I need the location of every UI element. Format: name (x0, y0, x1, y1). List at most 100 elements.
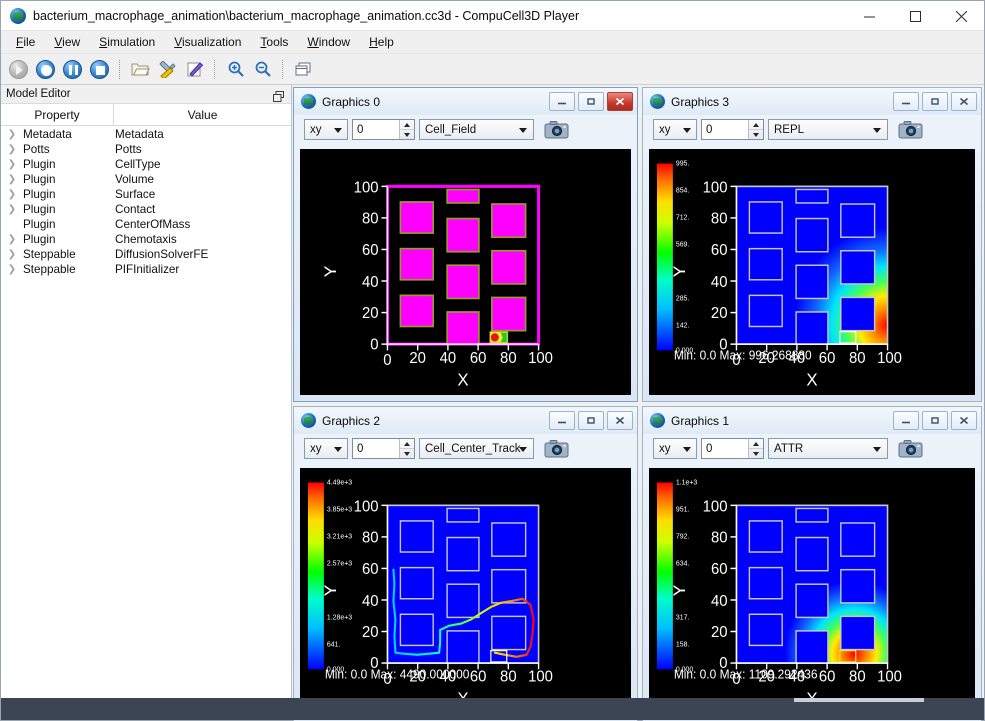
graphics-window-0[interactable]: Graphics 0 xy (293, 87, 638, 402)
menu-window[interactable]: Window (298, 32, 359, 52)
tree-row[interactable]: ❯ Plugin CellType (1, 157, 291, 172)
spinner-down-icon[interactable] (400, 130, 414, 139)
open-file-button[interactable] (128, 57, 153, 82)
slice-spinner-0[interactable]: 0 (352, 119, 415, 140)
configure-button[interactable] (155, 57, 180, 82)
spinner-down-icon[interactable] (749, 130, 763, 139)
close-icon[interactable] (607, 92, 633, 111)
tree-row[interactable]: ❯ Plugin Contact (1, 202, 291, 217)
tree-row[interactable]: ❯ Potts Potts (1, 142, 291, 157)
graphics-3-canvas[interactable]: 995. 854. 712. 569. 285. 142. 0.000 (649, 149, 975, 395)
spinner-arrows-3[interactable] (748, 120, 763, 139)
slice-spinner-3[interactable]: 0 (701, 119, 764, 140)
stop-button[interactable] (87, 57, 112, 82)
slice-spinner-2[interactable]: 0 (352, 438, 415, 459)
screenshot-button-3[interactable] (896, 119, 924, 141)
maximize-icon[interactable] (892, 1, 938, 31)
slice-spinner-1[interactable]: 0 (701, 438, 764, 459)
screenshot-button-0[interactable] (542, 119, 570, 141)
field-select-1[interactable]: ATTR (768, 438, 888, 459)
minimize-icon[interactable] (549, 92, 575, 111)
spinner-down-icon[interactable] (400, 449, 414, 458)
expand-chevron-icon[interactable]: ❯ (1, 235, 23, 245)
expand-chevron-icon[interactable]: ❯ (1, 145, 23, 155)
expand-chevron-icon[interactable]: ❯ (1, 190, 23, 200)
maximize-icon[interactable] (578, 411, 604, 430)
minimize-icon[interactable] (893, 411, 919, 430)
field-select-2[interactable]: Cell_Center_Track (419, 438, 534, 459)
maximize-icon[interactable] (578, 92, 604, 111)
graphics-0-titlebar[interactable]: Graphics 0 (294, 88, 637, 115)
menu-view[interactable]: View (45, 32, 89, 52)
tree-row[interactable]: ❯ Metadata Metadata (1, 127, 291, 142)
pause-button[interactable] (60, 57, 85, 82)
tree-row[interactable]: ❯ Plugin Volume (1, 172, 291, 187)
expand-chevron-icon[interactable]: ❯ (1, 205, 23, 215)
close-icon[interactable] (951, 411, 977, 430)
expand-chevron-icon[interactable]: ❯ (1, 175, 23, 185)
graphics-0-canvas[interactable]: 100 80 60 40 20 0 Y (300, 149, 631, 395)
graphics-3-titlebar[interactable]: Graphics 3 (643, 88, 981, 115)
close-icon[interactable] (951, 92, 977, 111)
svg-text:X: X (806, 369, 818, 389)
graphics-2-canvas[interactable]: 4.49e+3 3.85e+3 3.21e+3 2.57e+3 1.28e+3 … (300, 468, 631, 717)
close-icon[interactable] (938, 1, 984, 31)
menu-simulation[interactable]: Simulation (90, 32, 164, 52)
column-header-property[interactable]: Property (1, 104, 114, 125)
field-select-0[interactable]: Cell_Field (419, 119, 534, 140)
spinner-up-icon[interactable] (400, 439, 414, 449)
menu-file[interactable]: File (7, 32, 44, 52)
expand-chevron-icon[interactable]: ❯ (1, 250, 23, 260)
menu-visualization[interactable]: Visualization (165, 32, 250, 52)
spinner-up-icon[interactable] (749, 120, 763, 130)
spinner-up-icon[interactable] (749, 439, 763, 449)
expand-chevron-icon[interactable]: ❯ (1, 160, 23, 170)
spinner-down-icon[interactable] (749, 449, 763, 458)
expand-chevron-icon[interactable]: ❯ (1, 265, 23, 275)
tree-row-property: Steppable (23, 248, 114, 261)
graphics-1-titlebar[interactable]: Graphics 1 (643, 407, 981, 434)
tree-row[interactable]: Plugin CenterOfMass (1, 217, 291, 232)
run-button[interactable] (6, 57, 31, 82)
spinner-up-icon[interactable] (400, 120, 414, 130)
tree-row[interactable]: ❯ Plugin Surface (1, 187, 291, 202)
tree-row[interactable]: ❯ Steppable DiffusionSolverFE (1, 247, 291, 262)
menu-help[interactable]: Help (360, 32, 403, 52)
minimize-icon[interactable] (893, 92, 919, 111)
graphics-window-3[interactable]: Graphics 3 xy (642, 87, 982, 402)
graphics-window-2[interactable]: Graphics 2 xy (293, 406, 638, 721)
zoom-out-button[interactable] (250, 57, 275, 82)
maximize-icon[interactable] (922, 92, 948, 111)
spinner-arrows-2[interactable] (399, 439, 414, 458)
menu-tools[interactable]: Tools (251, 32, 297, 52)
slice-value-2: 0 (353, 439, 399, 458)
undock-icon[interactable] (273, 89, 284, 100)
projection-select-1[interactable]: xy (653, 438, 697, 459)
main-area: Model Editor Property Value ❯ Metadata M… (1, 85, 984, 698)
svg-text:40: 40 (440, 350, 457, 367)
spinner-arrows-0[interactable] (399, 120, 414, 139)
zoom-in-button[interactable] (223, 57, 248, 82)
close-icon[interactable] (607, 411, 633, 430)
graphics-window-1[interactable]: Graphics 1 xy (642, 406, 982, 721)
projection-select-0[interactable]: xy (304, 119, 348, 140)
spinner-arrows-1[interactable] (748, 439, 763, 458)
tree-row[interactable]: ❯ Steppable PIFInitializer (1, 262, 291, 277)
tree-row[interactable]: ❯ Plugin Chemotaxis (1, 232, 291, 247)
screenshot-button-1[interactable] (896, 438, 924, 460)
maximize-icon[interactable] (922, 411, 948, 430)
open-editor-button[interactable] (182, 57, 207, 82)
projection-select-3[interactable]: xy (653, 119, 697, 140)
svg-text:60: 60 (362, 561, 379, 578)
expand-chevron-icon[interactable]: ❯ (1, 130, 23, 140)
field-select-3[interactable]: REPL (768, 119, 888, 140)
tile-windows-button[interactable] (291, 57, 316, 82)
projection-select-2[interactable]: xy (304, 438, 348, 459)
screenshot-button-2[interactable] (542, 438, 570, 460)
minimize-icon[interactable] (846, 1, 892, 31)
minimize-icon[interactable] (549, 411, 575, 430)
graphics-2-titlebar[interactable]: Graphics 2 (294, 407, 637, 434)
column-header-value[interactable]: Value (114, 104, 291, 125)
step-button[interactable] (33, 57, 58, 82)
graphics-1-canvas[interactable]: 1.1e+3 951. 792. 634. 317. 158. 0.000 (649, 468, 975, 717)
